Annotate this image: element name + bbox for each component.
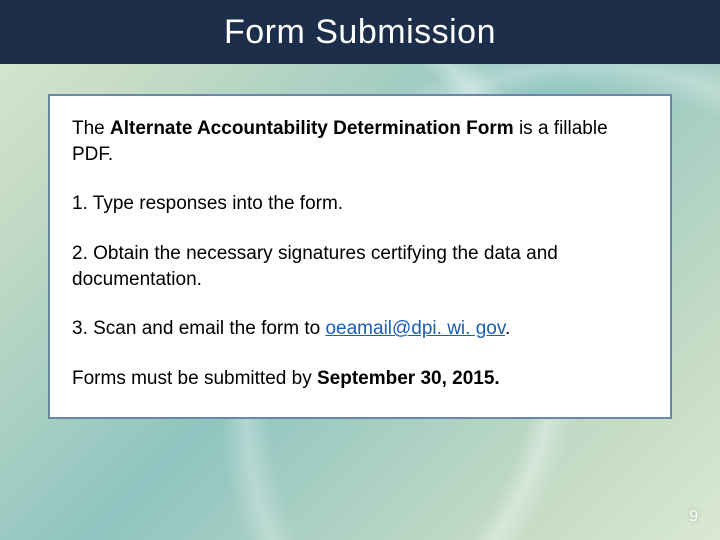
step-1: 1. Type responses into the form. bbox=[72, 191, 648, 217]
intro-pre: The bbox=[72, 118, 110, 139]
step-3-post: . bbox=[505, 318, 510, 339]
closing-bold: September 30, 2015. bbox=[317, 368, 500, 389]
step-3: 3. Scan and email the form to oeamail@dp… bbox=[72, 316, 648, 342]
content-box: The Alternate Accountability Determinati… bbox=[48, 94, 672, 419]
step-2: 2. Obtain the necessary signatures certi… bbox=[72, 241, 648, 292]
email-link[interactable]: oeamail@dpi. wi. gov bbox=[325, 318, 504, 339]
page-number: 9 bbox=[689, 508, 698, 526]
intro-paragraph: The Alternate Accountability Determinati… bbox=[72, 116, 648, 167]
closing-paragraph: Forms must be submitted by September 30,… bbox=[72, 366, 648, 392]
closing-pre: Forms must be submitted by bbox=[72, 368, 317, 389]
title-bar: Form Submission bbox=[0, 0, 720, 64]
step-3-pre: 3. Scan and email the form to bbox=[72, 318, 325, 339]
slide-title: Form Submission bbox=[224, 13, 496, 52]
step-2-text: 2. Obtain the necessary signatures certi… bbox=[72, 243, 558, 290]
intro-bold: Alternate Accountability Determination F… bbox=[110, 118, 514, 139]
